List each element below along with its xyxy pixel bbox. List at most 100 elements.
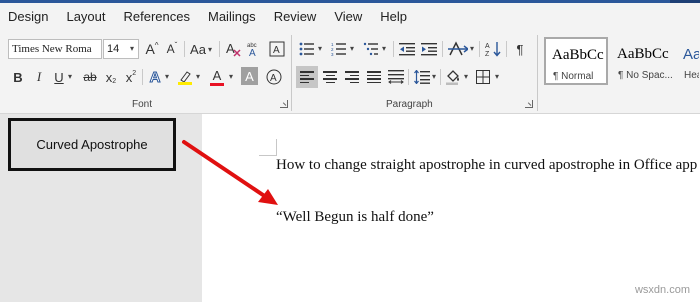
increase-indent-icon xyxy=(421,43,437,56)
separator xyxy=(408,69,409,85)
highlight-dropdown-icon[interactable]: ▾ xyxy=(196,72,200,81)
subscript-button[interactable]: x2 xyxy=(102,66,120,88)
style-name: ¶ No Spac... xyxy=(618,70,673,81)
style-sample: AaBbC xyxy=(683,46,700,63)
bullets-dropdown-icon[interactable]: ▾ xyxy=(318,44,322,53)
font-dialog-launcher-icon[interactable] xyxy=(280,100,288,108)
sort-button[interactable]: A Z xyxy=(484,38,502,60)
clear-formatting-button[interactable]: A xyxy=(223,38,243,60)
tab-references[interactable]: References xyxy=(115,3,199,31)
grow-font-icon: A xyxy=(145,41,155,57)
tab-review[interactable]: Review xyxy=(265,3,326,31)
justify-button[interactable] xyxy=(364,66,384,88)
chinese-layout-button[interactable] xyxy=(447,38,469,60)
watermark: wsxdn.com xyxy=(634,284,690,296)
line-spacing-button[interactable] xyxy=(413,66,431,88)
phonetic-guide-button[interactable]: abc A xyxy=(245,38,265,60)
group-separator xyxy=(537,35,538,111)
style-name: Hea xyxy=(684,70,699,81)
multilevel-list-icon xyxy=(363,42,378,56)
svg-text:3: 3 xyxy=(331,52,334,56)
style-normal[interactable]: AaBbCc ¶ Normal xyxy=(544,37,608,85)
borders-dropdown-icon[interactable]: ▾ xyxy=(495,72,499,81)
tab-mailings[interactable]: Mailings xyxy=(199,3,265,31)
page-margin-corner xyxy=(259,139,277,156)
enclose-characters-icon: A xyxy=(266,69,282,85)
chinese-layout-dropdown-icon[interactable]: ▾ xyxy=(470,44,474,53)
phonetic-guide-icon: abc A xyxy=(247,43,257,58)
grow-font-button[interactable]: A ^ xyxy=(142,38,162,60)
shrink-font-icon: A xyxy=(166,42,175,56)
style-no-spacing[interactable]: AaBbCc ¶ No Spac... xyxy=(610,37,676,85)
separator xyxy=(440,69,441,85)
separator xyxy=(219,41,220,57)
separator xyxy=(442,41,443,57)
line-spacing-dropdown-icon[interactable]: ▾ xyxy=(432,72,436,81)
character-border-button[interactable]: A xyxy=(267,38,287,60)
align-left-icon xyxy=(300,71,314,83)
underline-dropdown-icon[interactable]: ▾ xyxy=(68,72,72,81)
bold-button[interactable]: B xyxy=(9,66,27,88)
shading-dropdown-icon[interactable]: ▾ xyxy=(464,72,468,81)
sort-icon: A Z xyxy=(485,42,501,57)
italic-button[interactable]: I xyxy=(30,66,48,88)
font-color-dropdown-icon[interactable]: ▾ xyxy=(229,72,233,81)
curved-apostrophe-callout: Curved Apostrophe xyxy=(8,118,176,171)
decrease-indent-button[interactable] xyxy=(398,38,416,60)
numbering-button[interactable]: 1 2 3 xyxy=(330,38,348,60)
svg-text:A: A xyxy=(226,41,235,56)
increase-indent-button[interactable] xyxy=(420,38,438,60)
document-line-1[interactable]: How to change straight apostrophe in cur… xyxy=(276,157,697,174)
font-name-box[interactable]: Times New Roma xyxy=(8,39,102,59)
tab-help[interactable]: Help xyxy=(371,3,416,31)
text-effects-dropdown-icon[interactable]: ▾ xyxy=(165,72,169,81)
superscript-button[interactable]: x2 xyxy=(122,66,140,88)
justify-icon xyxy=(367,71,381,83)
change-case-button[interactable]: Aa ▾ xyxy=(187,38,215,60)
strikethrough-button[interactable]: ab xyxy=(80,66,100,88)
align-left-button[interactable] xyxy=(296,66,318,88)
bullets-icon xyxy=(299,42,314,56)
font-group-label: Font xyxy=(132,99,153,110)
svg-text:A: A xyxy=(485,43,490,50)
multilevel-list-button[interactable] xyxy=(362,38,380,60)
tab-layout[interactable]: Layout xyxy=(57,3,114,31)
svg-text:A: A xyxy=(270,73,277,84)
text-effects-button[interactable]: A xyxy=(146,66,164,88)
font-color-swatch xyxy=(210,82,224,86)
highlight-button[interactable] xyxy=(176,66,194,88)
ribbon: Times New Roma 14 ▾ A ^ Aˇ Aa ▾ A abc A A … xyxy=(0,31,700,114)
show-hide-marks-button[interactable]: ¶ xyxy=(511,38,529,60)
style-heading[interactable]: AaBbC Hea xyxy=(676,37,700,85)
font-color-button[interactable]: A xyxy=(208,66,226,88)
character-shading-button[interactable]: A xyxy=(241,67,258,85)
font-size-dropdown-icon[interactable]: ▾ xyxy=(130,44,134,53)
distributed-button[interactable] xyxy=(386,66,406,88)
align-right-button[interactable] xyxy=(342,66,362,88)
document-line-2[interactable]: “Well Begun is half done” xyxy=(276,209,434,226)
decrease-indent-icon xyxy=(399,43,415,56)
change-case-icon: Aa xyxy=(190,41,206,57)
align-center-button[interactable] xyxy=(320,66,340,88)
separator xyxy=(142,69,143,85)
multilevel-dropdown-icon[interactable]: ▾ xyxy=(382,44,386,53)
numbering-dropdown-icon[interactable]: ▾ xyxy=(350,44,354,53)
paragraph-dialog-launcher-icon[interactable] xyxy=(525,100,533,108)
svg-text:Z: Z xyxy=(485,51,490,57)
borders-button[interactable] xyxy=(474,66,492,88)
shading-button[interactable] xyxy=(444,66,462,88)
separator xyxy=(506,41,507,57)
borders-icon xyxy=(476,70,490,84)
paragraph-group-label: Paragraph xyxy=(386,99,433,110)
group-separator xyxy=(291,35,292,111)
ribbon-tabs: Design Layout References Mailings Review… xyxy=(0,3,700,31)
svg-text:A: A xyxy=(273,45,280,56)
tab-view[interactable]: View xyxy=(325,3,371,31)
tab-design[interactable]: Design xyxy=(0,3,57,31)
shrink-font-button[interactable]: Aˇ xyxy=(162,38,182,60)
bullets-button[interactable] xyxy=(298,38,316,60)
font-color-icon: A xyxy=(212,67,222,83)
enclose-characters-button[interactable]: A xyxy=(264,66,284,88)
separator xyxy=(393,41,394,57)
underline-button[interactable]: U xyxy=(51,66,67,88)
